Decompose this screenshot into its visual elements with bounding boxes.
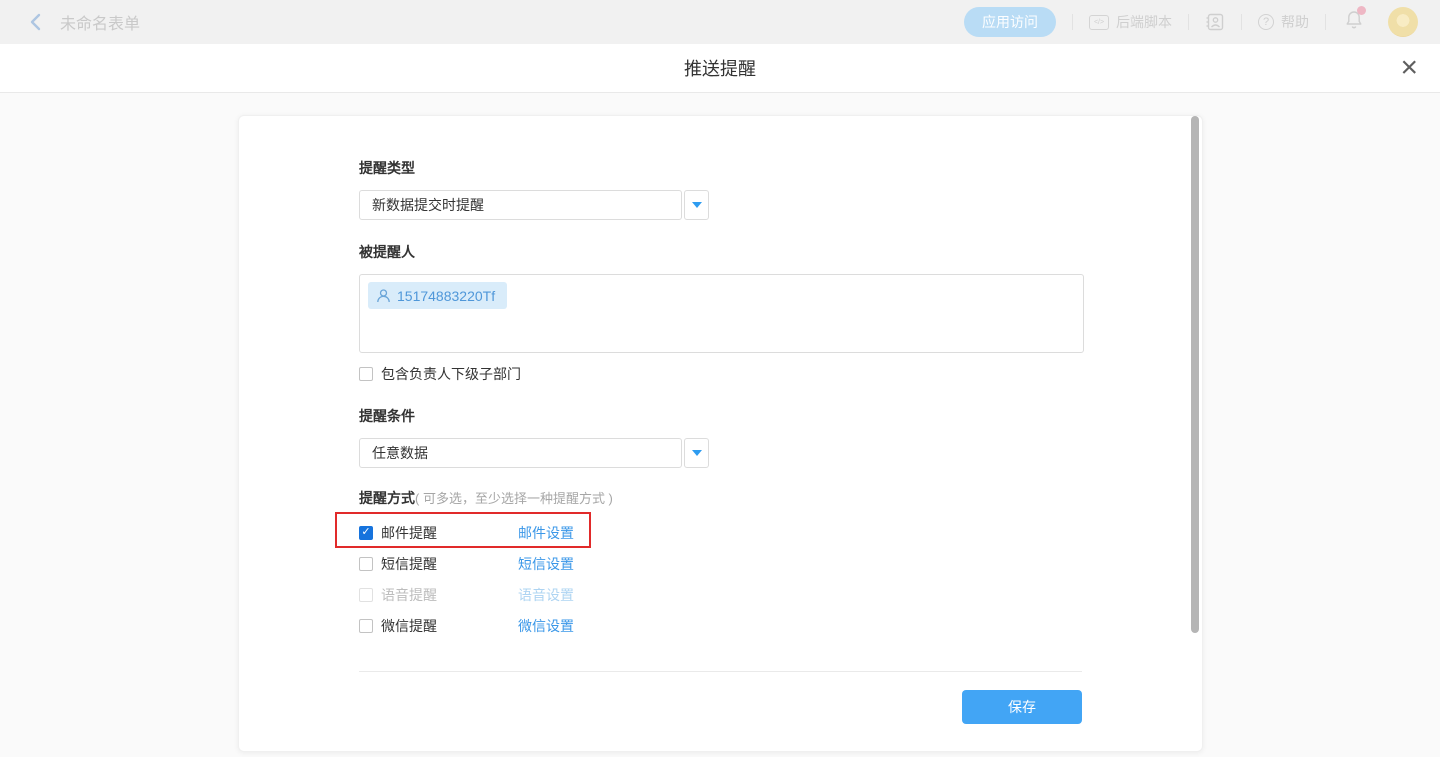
sms-settings-link[interactable]: 短信设置 xyxy=(518,554,574,574)
divider xyxy=(1072,14,1073,30)
topbar-actions: 应用访问 </> 后端脚本 ? 帮助 xyxy=(964,7,1418,37)
wechat-reminder-checkbox[interactable]: ✓ xyxy=(359,619,373,633)
dropdown-trigger[interactable] xyxy=(684,438,709,468)
settings-card: 提醒类型 新数据提交时提醒 被提醒人 15174883220Tf ✓ 包含负责人… xyxy=(238,115,1203,752)
reminder-method-title: 提醒方式 xyxy=(359,490,415,506)
backend-script-button[interactable]: </> 后端脚本 xyxy=(1089,12,1172,32)
include-subdept-checkbox[interactable]: ✓ xyxy=(359,367,373,381)
sms-reminder-label: 短信提醒 xyxy=(381,554,518,574)
divider xyxy=(1325,14,1326,30)
save-button[interactable]: 保存 xyxy=(962,690,1082,724)
wechat-settings-link[interactable]: 微信设置 xyxy=(518,616,574,636)
include-subdept-label: 包含负责人下级子部门 xyxy=(381,364,521,384)
dialog-title: 推送提醒 xyxy=(684,55,756,81)
dialog-body: 提醒类型 新数据提交时提醒 被提醒人 15174883220Tf ✓ 包含负责人… xyxy=(0,93,1440,757)
method-row-voice: ✓ 语音提醒 语音设置 xyxy=(359,586,1082,603)
voice-settings-link: 语音设置 xyxy=(518,585,574,605)
save-row: 保存 xyxy=(359,690,1082,724)
divider xyxy=(1241,14,1242,30)
topbar: 未命名表单 应用访问 </> 后端脚本 ? 帮助 xyxy=(0,0,1440,44)
form-title: 未命名表单 xyxy=(60,10,140,34)
reminder-condition-value[interactable]: 任意数据 xyxy=(359,438,682,468)
help-button[interactable]: ? 帮助 xyxy=(1258,12,1309,32)
notification-badge xyxy=(1357,6,1366,15)
app-access-button[interactable]: 应用访问 xyxy=(964,7,1056,37)
sms-reminder-checkbox[interactable]: ✓ xyxy=(359,557,373,571)
person-icon xyxy=(376,288,391,304)
reminder-type-label: 提醒类型 xyxy=(359,160,1082,177)
chevron-down-icon xyxy=(692,450,702,456)
person-tag-text: 15174883220Tf xyxy=(397,288,495,304)
help-label: 帮助 xyxy=(1281,12,1309,32)
close-icon[interactable]: × xyxy=(1400,50,1418,86)
back-chevron-icon[interactable] xyxy=(26,12,46,32)
scrollbar-thumb[interactable] xyxy=(1191,116,1199,633)
email-reminder-label: 邮件提醒 xyxy=(381,523,518,543)
notification-bell-button[interactable] xyxy=(1344,9,1364,35)
include-subdept-row: ✓ 包含负责人下级子部门 xyxy=(359,365,1082,383)
divider xyxy=(359,671,1082,672)
voice-reminder-checkbox: ✓ xyxy=(359,588,373,602)
reminder-type-select[interactable]: 新数据提交时提醒 xyxy=(359,190,709,220)
reminder-type-value[interactable]: 新数据提交时提醒 xyxy=(359,190,682,220)
wechat-reminder-label: 微信提醒 xyxy=(381,616,518,636)
reminder-method-label: 提醒方式( 可多选，至少选择一种提醒方式 ) xyxy=(359,490,1082,507)
code-icon: </> xyxy=(1089,15,1109,30)
chevron-down-icon xyxy=(692,202,702,208)
backend-script-label: 后端脚本 xyxy=(1116,12,1172,32)
divider xyxy=(1188,14,1189,30)
method-row-email: ✓ 邮件提醒 邮件设置 xyxy=(359,524,1082,541)
voice-reminder-label: 语音提醒 xyxy=(381,585,518,605)
dropdown-trigger[interactable] xyxy=(684,190,709,220)
method-row-wechat: ✓ 微信提醒 微信设置 xyxy=(359,617,1082,634)
reminder-condition-label: 提醒条件 xyxy=(359,408,1082,425)
reminder-condition-select[interactable]: 任意数据 xyxy=(359,438,709,468)
user-avatar[interactable] xyxy=(1388,7,1418,37)
person-tag[interactable]: 15174883220Tf xyxy=(368,282,507,309)
help-icon: ? xyxy=(1258,14,1274,30)
contacts-icon[interactable] xyxy=(1205,12,1225,32)
method-row-sms: ✓ 短信提醒 短信设置 xyxy=(359,555,1082,572)
notified-person-input[interactable]: 15174883220Tf xyxy=(359,274,1084,353)
notified-person-label: 被提醒人 xyxy=(359,244,1082,261)
reminder-method-hint: ( 可多选，至少选择一种提醒方式 ) xyxy=(415,491,613,506)
dialog-header: 推送提醒 × xyxy=(0,44,1440,93)
email-settings-link[interactable]: 邮件设置 xyxy=(518,523,574,543)
email-reminder-checkbox[interactable]: ✓ xyxy=(359,526,373,540)
